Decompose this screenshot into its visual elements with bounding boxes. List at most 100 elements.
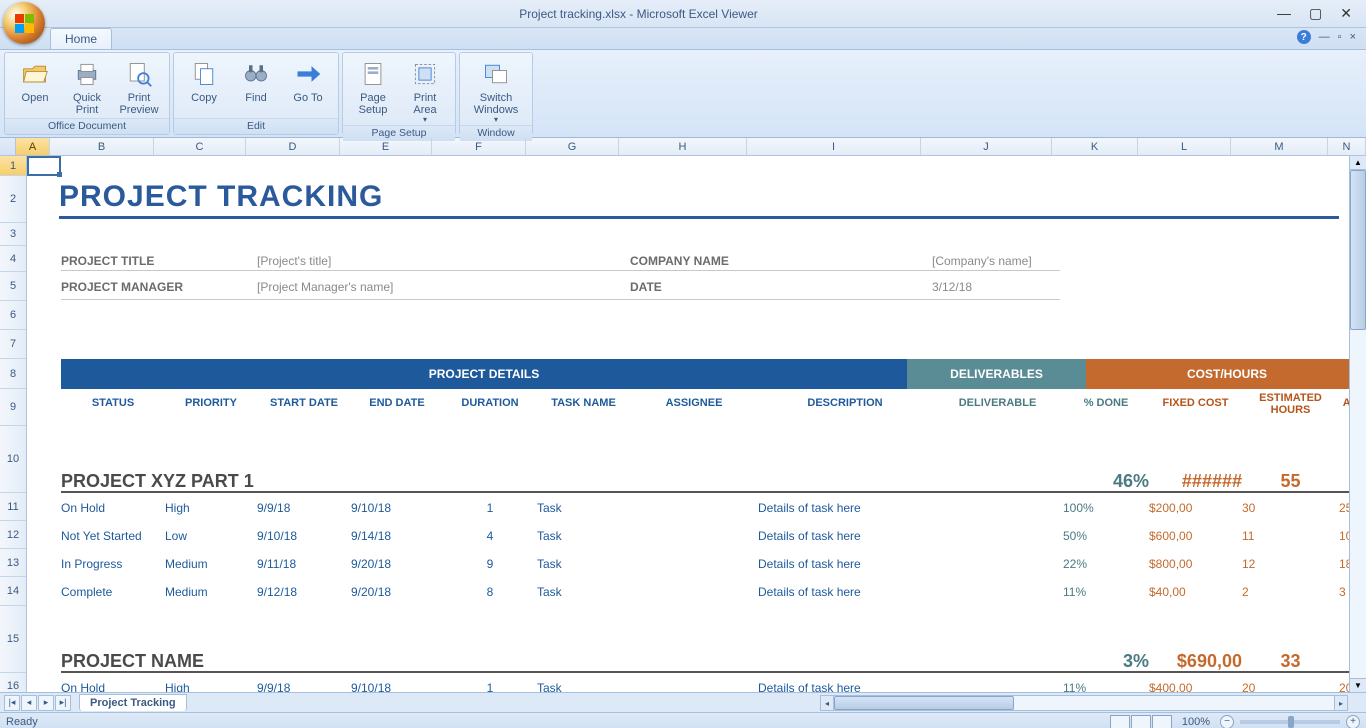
row-header[interactable]: 11: [0, 493, 26, 521]
cell-status: Complete: [61, 583, 165, 601]
row-header[interactable]: 10: [0, 426, 26, 493]
column-header-cell: END DATE: [351, 397, 443, 409]
row-header[interactable]: 14: [0, 577, 26, 606]
view-normal-button[interactable]: [1110, 715, 1130, 728]
zoom-out-button[interactable]: −: [1220, 715, 1234, 728]
ribbon-group-label: Edit: [174, 118, 338, 134]
cell-duration: 1: [443, 679, 537, 692]
cell-end: 9/20/18: [351, 555, 443, 573]
vertical-scrollbar[interactable]: ▲ ▼: [1349, 156, 1366, 692]
office-button[interactable]: [3, 2, 45, 44]
column-header[interactable]: N: [1328, 138, 1366, 155]
cell-status: On Hold: [61, 499, 165, 517]
close-button[interactable]: ✕: [1340, 5, 1352, 22]
select-all-corner[interactable]: [0, 138, 16, 155]
row-header[interactable]: 13: [0, 549, 26, 577]
switch-windows-button[interactable]: Switch Windows▾: [466, 56, 526, 125]
column-header[interactable]: A: [16, 138, 50, 155]
print-preview-button[interactable]: Print Preview: [115, 56, 163, 116]
help-icon[interactable]: ?: [1297, 30, 1311, 44]
goto-button[interactable]: Go To: [284, 56, 332, 104]
column-header[interactable]: M: [1231, 138, 1328, 155]
zoom-track[interactable]: [1240, 720, 1340, 724]
titlebar: Project tracking.xlsx - Microsoft Excel …: [0, 0, 1366, 28]
page-setup-button[interactable]: Page Setup: [349, 56, 397, 116]
row-header[interactable]: 15: [0, 606, 26, 673]
sheet-nav-prev[interactable]: ◂: [21, 695, 37, 711]
ribbon-close-icon[interactable]: ×: [1350, 31, 1356, 43]
cell-task: Task: [537, 679, 630, 692]
project-total-percent: 46%: [1063, 471, 1149, 492]
column-header[interactable]: L: [1138, 138, 1231, 155]
tab-home[interactable]: Home: [50, 28, 112, 49]
column-header[interactable]: J: [921, 138, 1052, 155]
page-title: PROJECT TRACKING: [27, 180, 1347, 219]
cell-est: 2: [1242, 583, 1339, 601]
row-header[interactable]: 2: [0, 176, 26, 223]
column-header[interactable]: E: [340, 138, 432, 155]
cell-status: On Hold: [61, 679, 165, 692]
cell-priority: High: [165, 679, 257, 692]
zoom-in-button[interactable]: +: [1346, 715, 1360, 728]
print-area-icon: [409, 58, 441, 90]
open-button[interactable]: Open: [11, 56, 59, 104]
row-header[interactable]: 6: [0, 301, 26, 330]
cell-start: 9/9/18: [257, 679, 351, 692]
row-header[interactable]: 12: [0, 521, 26, 549]
status-ready: Ready: [6, 716, 38, 728]
project-total-est: 55: [1242, 471, 1339, 492]
column-header[interactable]: F: [432, 138, 526, 155]
maximize-button[interactable]: ▢: [1309, 5, 1322, 22]
column-header[interactable]: H: [619, 138, 747, 155]
row-header[interactable]: 5: [0, 272, 26, 301]
sheet-nav-next[interactable]: ▸: [38, 695, 54, 711]
find-button[interactable]: Find: [232, 56, 280, 104]
row-header[interactable]: 9: [0, 389, 26, 426]
meta-value: [Project's title]: [257, 252, 557, 270]
scroll-thumb[interactable]: [1350, 170, 1366, 330]
print-area-button[interactable]: Print Area▾: [401, 56, 449, 125]
column-header[interactable]: C: [154, 138, 246, 155]
minimize-button[interactable]: ―: [1277, 5, 1291, 22]
quick-print-button[interactable]: Quick Print: [63, 56, 111, 116]
ribbon-restore-icon[interactable]: ▫: [1338, 31, 1342, 43]
scroll-up-icon[interactable]: ▲: [1350, 156, 1366, 170]
column-header[interactable]: D: [246, 138, 340, 155]
zoom-slider[interactable]: − +: [1220, 715, 1360, 728]
sheet-nav-last[interactable]: ▸|: [55, 695, 71, 711]
horizontal-scrollbar[interactable]: ◂ ▸: [820, 695, 1348, 711]
chevron-down-icon: ▾: [423, 116, 427, 125]
row-header[interactable]: 4: [0, 246, 26, 272]
scroll-right-icon[interactable]: ▸: [1334, 696, 1347, 710]
view-page-layout-button[interactable]: [1131, 715, 1151, 728]
sheet-tab[interactable]: Project Tracking: [79, 694, 187, 711]
row-header[interactable]: 8: [0, 359, 26, 389]
column-header[interactable]: K: [1052, 138, 1138, 155]
copy-button[interactable]: Copy: [180, 56, 228, 104]
column-header[interactable]: B: [50, 138, 154, 155]
ribbon-right-controls: ? ― ▫ ×: [1297, 30, 1356, 44]
ribbon-minimize-icon[interactable]: ―: [1319, 31, 1330, 43]
section-cost-hours: COST/HOURS: [1086, 359, 1366, 389]
divider: [61, 270, 631, 271]
row-header[interactable]: 3: [0, 223, 26, 246]
scroll-down-icon[interactable]: ▼: [1350, 678, 1366, 692]
scroll-thumb[interactable]: [834, 696, 1014, 710]
cell-est: 11: [1242, 527, 1339, 545]
zoom-level[interactable]: 100%: [1182, 716, 1210, 728]
column-header[interactable]: G: [526, 138, 619, 155]
cell-desc: Details of task here: [758, 679, 958, 692]
sheet-nav-first[interactable]: |◂: [4, 695, 20, 711]
section-project-details: PROJECT DETAILS: [61, 359, 907, 389]
scroll-left-icon[interactable]: ◂: [821, 696, 834, 710]
column-header-cell: ASSIGNEE: [630, 397, 758, 409]
row-header[interactable]: 7: [0, 330, 26, 359]
row-header[interactable]: 1: [0, 156, 26, 176]
column-header[interactable]: I: [747, 138, 921, 155]
view-page-break-button[interactable]: [1152, 715, 1172, 728]
sheet-tab-bar: |◂ ◂ ▸ ▸| Project Tracking ◂ ▸: [0, 692, 1366, 712]
zoom-thumb[interactable]: [1288, 716, 1294, 728]
sheet-area[interactable]: PROJECT TRACKINGPROJECT TITLE[Project's …: [27, 156, 1366, 692]
view-buttons: [1110, 715, 1172, 728]
cell-done: 11%: [1063, 583, 1127, 601]
